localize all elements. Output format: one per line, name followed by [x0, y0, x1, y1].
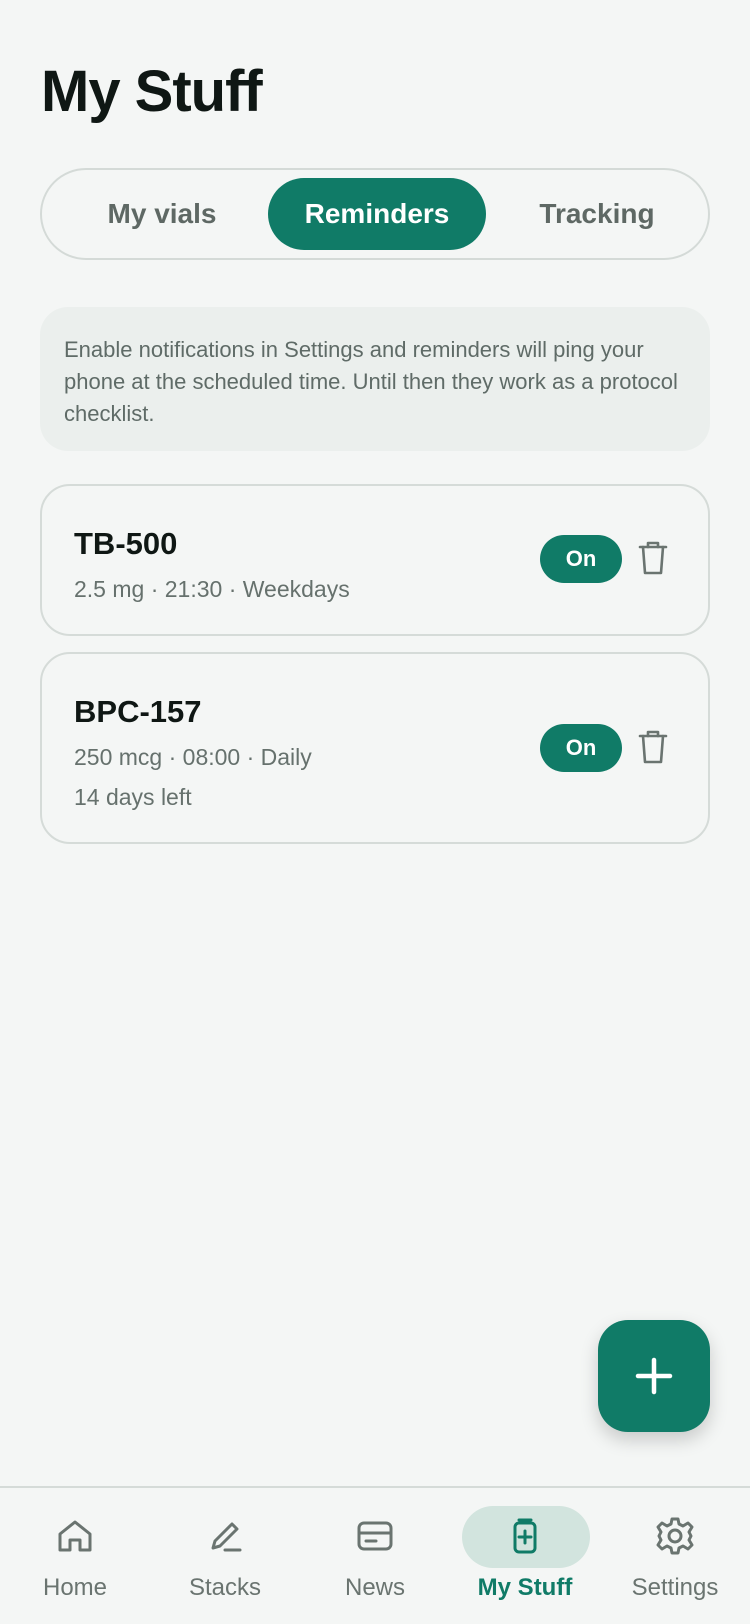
- nav-label: Settings: [631, 1574, 719, 1601]
- add-reminder-button[interactable]: [598, 1320, 710, 1432]
- nav-news[interactable]: News: [300, 1488, 450, 1624]
- nav-label: Home: [42, 1574, 108, 1601]
- tab-switcher: My vials Reminders Tracking: [40, 168, 710, 260]
- nav-my-stuff[interactable]: My Stuff: [450, 1488, 600, 1624]
- reminder-details: 250 mcg · 08:00 · Daily: [74, 744, 312, 770]
- page-title: My Stuff: [41, 59, 263, 124]
- reminder-name: TB-500: [74, 526, 178, 561]
- news-card-icon: [357, 1521, 393, 1551]
- nav-label: My Stuff: [477, 1574, 573, 1601]
- vial-plus-icon: [513, 1518, 537, 1554]
- home-icon: [58, 1520, 92, 1552]
- reminder-toggle[interactable]: On: [540, 535, 622, 583]
- gear-icon: [656, 1517, 694, 1555]
- reminder-card: TB-500 2.5 mg · 21:30 · Weekdays On: [40, 484, 710, 636]
- reminder-toggle[interactable]: On: [540, 724, 622, 772]
- tab-tracking[interactable]: Tracking: [492, 178, 702, 250]
- nav-label: Stacks: [188, 1574, 262, 1601]
- plus-icon: [635, 1357, 673, 1395]
- nav-label: News: [344, 1574, 405, 1601]
- nav-home[interactable]: Home: [0, 1488, 150, 1624]
- bottom-navigation: Home Stacks News My Stuff Settings: [0, 1486, 750, 1624]
- tab-my-vials[interactable]: My vials: [62, 178, 262, 250]
- notifications-info-banner: Enable notifications in Settings and rem…: [40, 307, 710, 451]
- tab-reminders[interactable]: Reminders: [268, 178, 486, 250]
- nav-stacks[interactable]: Stacks: [150, 1488, 300, 1624]
- nav-settings[interactable]: Settings: [600, 1488, 750, 1624]
- my-stuff-screen: My Stuff My vials Reminders Tracking Ena…: [0, 0, 750, 1624]
- pencil-icon: [211, 1522, 242, 1552]
- trash-icon[interactable]: [636, 727, 670, 767]
- reminder-details: 2.5 mg · 21:30 · Weekdays: [74, 576, 350, 602]
- reminder-days-left: 14 days left: [74, 784, 192, 810]
- reminder-name: BPC-157: [74, 694, 202, 729]
- reminder-card: BPC-157 250 mcg · 08:00 · Daily 14 days …: [40, 652, 710, 844]
- trash-icon[interactable]: [636, 538, 670, 578]
